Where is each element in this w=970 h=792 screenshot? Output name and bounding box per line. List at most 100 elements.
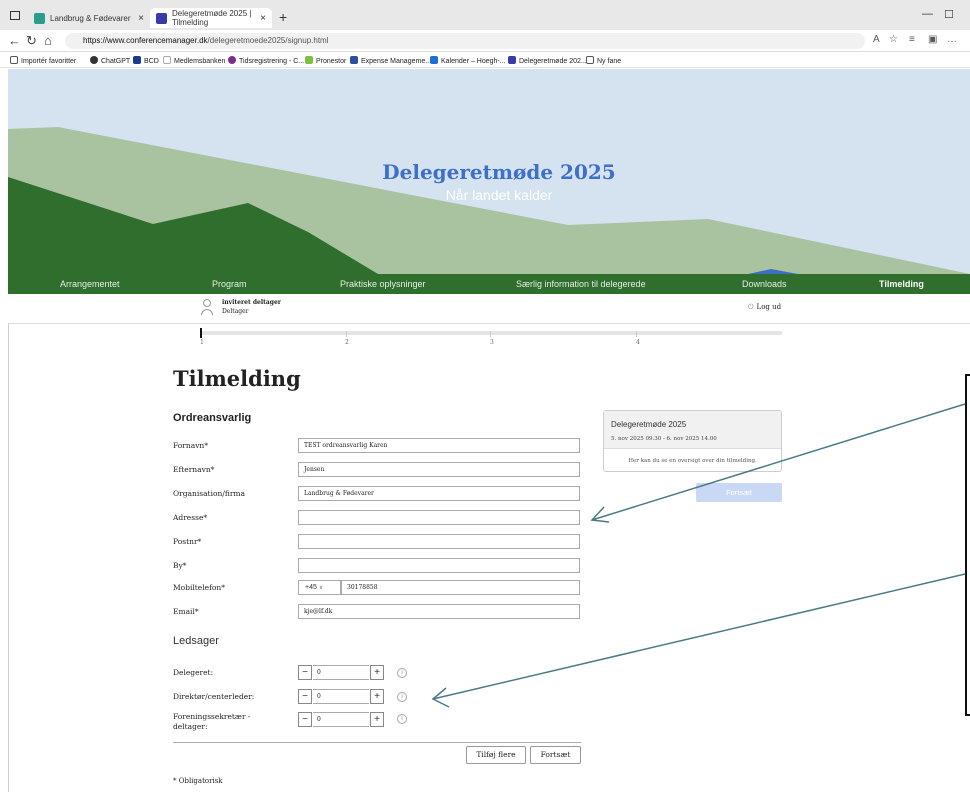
bookmark-label: Delegeretmøde 202...	[519, 58, 587, 65]
bookmark-label: ChatGPT	[101, 58, 131, 65]
main-navigation: Arrangementet Program Praktiske oplysnin…	[8, 274, 970, 294]
bookmark-delegeretmoede[interactable]: Delegeretmøde 202...	[508, 56, 587, 65]
postnr-input[interactable]	[298, 534, 580, 549]
nav-item-saerlig-information[interactable]: Særlig information til delegerede	[516, 279, 646, 289]
new-tab-icon[interactable]: +	[279, 9, 287, 25]
logout-link[interactable]: ⏻ Log ud	[748, 303, 781, 312]
back-icon[interactable]: ←	[8, 33, 21, 48]
increment-button[interactable]: +	[370, 689, 384, 704]
adresse-label: Adresse*	[173, 513, 208, 522]
bookmark-ny-fane[interactable]: Ny fane	[586, 56, 621, 65]
home-icon[interactable]: ⌂	[44, 33, 52, 48]
address-bar: ← ↻ ⌂ https://www.conferencemanager.dk/d…	[0, 30, 970, 52]
bookmark-kalender[interactable]: Kalender – Hoegh-...	[430, 56, 506, 65]
by-input[interactable]	[298, 558, 580, 573]
tab-label: Delegeretmøde 2025 | Tilmelding	[172, 9, 252, 27]
arrowhead	[431, 687, 450, 708]
adresse-input[interactable]	[298, 510, 580, 525]
bookmark-label: BCD	[144, 58, 159, 65]
order-summary-card: Delegeretmøde 2025 5. nov 2025 09.30 - 6…	[603, 410, 782, 472]
bookmark-medlemsbanken[interactable]: Medlemsbanken	[163, 56, 225, 65]
by-label: By*	[173, 561, 187, 570]
reload-icon[interactable]: ↻	[26, 33, 37, 49]
decrement-button[interactable]: −	[298, 689, 312, 704]
bookmark-label: Ny fane	[597, 58, 622, 65]
bookmark-pronestor[interactable]: Pronestor	[305, 56, 346, 65]
nav-item-program[interactable]: Program	[212, 279, 247, 289]
efternavn-input[interactable]: Jensen	[298, 462, 580, 477]
conference-favicon-icon	[508, 56, 516, 64]
quantity-input[interactable]: 0	[313, 665, 369, 680]
maximize-icon[interactable]: ☐	[944, 8, 954, 21]
bookmark-bcd[interactable]: BCD	[133, 56, 159, 65]
postnr-label: Postnr*	[173, 537, 202, 546]
url-host: https://www.conferencemanager.dk	[83, 36, 208, 45]
user-role: Deltager	[222, 308, 249, 315]
step-tick	[490, 331, 491, 337]
nav-item-praktiske-oplysninger[interactable]: Praktiske oplysninger	[340, 279, 426, 289]
summary-title: Delegeretmøde 2025	[611, 420, 687, 429]
outlook-icon	[430, 56, 438, 64]
summary-continue-button[interactable]: Fortsæt	[696, 483, 782, 502]
fornavn-input[interactable]: TEST ordreansvarlig Karen	[298, 438, 580, 453]
url-path: /delegeretmoede2025/signup.html	[207, 36, 329, 45]
favorites-icon[interactable]: ≡	[909, 34, 915, 45]
more-menu-icon[interactable]: …	[947, 34, 957, 45]
summary-body: Her kan du se en oversigt over din tilme…	[628, 458, 757, 464]
email-input[interactable]: kje@lf.dk	[298, 604, 580, 619]
efternavn-label: Efternavn*	[173, 465, 215, 474]
nav-item-arrangementet[interactable]: Arrangementet	[60, 279, 120, 289]
browser-tab-landbrug[interactable]: Landbrug & Fødevarer ×	[28, 8, 150, 28]
power-icon: ⏻	[748, 303, 754, 311]
nav-item-downloads[interactable]: Downloads	[742, 279, 787, 289]
pronestor-icon	[305, 56, 313, 64]
bookmark-label: Tidsregistrering - C...	[239, 58, 305, 65]
delegeret-stepper: − 0 +	[298, 665, 385, 680]
increment-button[interactable]: +	[370, 665, 384, 680]
browser-tab-tilmelding[interactable]: Delegeretmøde 2025 | Tilmelding ×	[150, 8, 272, 28]
nav-item-tilmelding[interactable]: Tilmelding	[879, 279, 924, 289]
increment-button[interactable]: +	[370, 712, 384, 727]
browser-tab-bar: Landbrug & Fødevarer × Delegeretmøde 202…	[0, 0, 970, 30]
required-note: * Obligatorisk	[173, 777, 223, 785]
mobil-input[interactable]: 30178858	[341, 580, 580, 595]
quantity-input[interactable]: 0	[313, 689, 369, 704]
continue-button[interactable]: Fortsæt	[530, 746, 581, 764]
tab-actions-icon[interactable]	[10, 11, 20, 20]
organisation-input[interactable]: Landbrug & Fødevarer	[298, 486, 580, 501]
info-icon[interactable]: i	[397, 668, 407, 678]
add-more-button[interactable]: Tilføj flere	[466, 746, 526, 764]
companion-label: Delegeret:	[173, 668, 214, 677]
step-2-label: 2	[345, 339, 349, 346]
mobil-label: Mobiltelefon*	[173, 583, 225, 592]
info-icon[interactable]: i	[397, 692, 407, 702]
email-label: Email*	[173, 607, 199, 616]
hero-title: Delegeretmøde 2025	[382, 160, 616, 184]
favorite-star-icon[interactable]: ☆	[889, 34, 898, 45]
bcd-icon	[133, 56, 141, 64]
bookmark-chatgpt[interactable]: ChatGPT	[90, 56, 130, 65]
decrement-button[interactable]: −	[298, 665, 312, 680]
url-field[interactable]: https://www.conferencemanager.dk/deleger…	[65, 33, 865, 49]
page-title: Tilmelding	[173, 366, 301, 391]
read-aloud-icon[interactable]: A	[873, 34, 880, 45]
bookmark-label: Kalender – Hoegh-...	[441, 58, 506, 65]
step-tick	[636, 331, 637, 337]
minimize-icon[interactable]: —	[922, 8, 933, 20]
close-tab-icon[interactable]: ×	[260, 13, 266, 24]
step-1-label: 1	[200, 339, 204, 346]
bookmark-label: Importér favoritter	[21, 58, 77, 65]
decrement-button[interactable]: −	[298, 712, 312, 727]
folder-icon	[10, 56, 18, 64]
bookmark-expense[interactable]: Expense Manageme...	[350, 56, 431, 65]
country-code-select[interactable]: +45 ∨	[298, 580, 341, 595]
info-icon[interactable]: i	[397, 714, 407, 724]
landbrug-favicon-icon	[34, 12, 45, 24]
quantity-input[interactable]: 0	[313, 712, 369, 727]
bookmark-import[interactable]: Importér favoritter	[10, 56, 76, 65]
step-progress	[200, 328, 782, 338]
summary-header	[604, 411, 781, 449]
extensions-icon[interactable]: ▣	[928, 34, 937, 45]
bookmark-tidsregistrering[interactable]: Tidsregistrering - C...	[228, 56, 304, 65]
close-tab-icon[interactable]: ×	[138, 13, 144, 24]
